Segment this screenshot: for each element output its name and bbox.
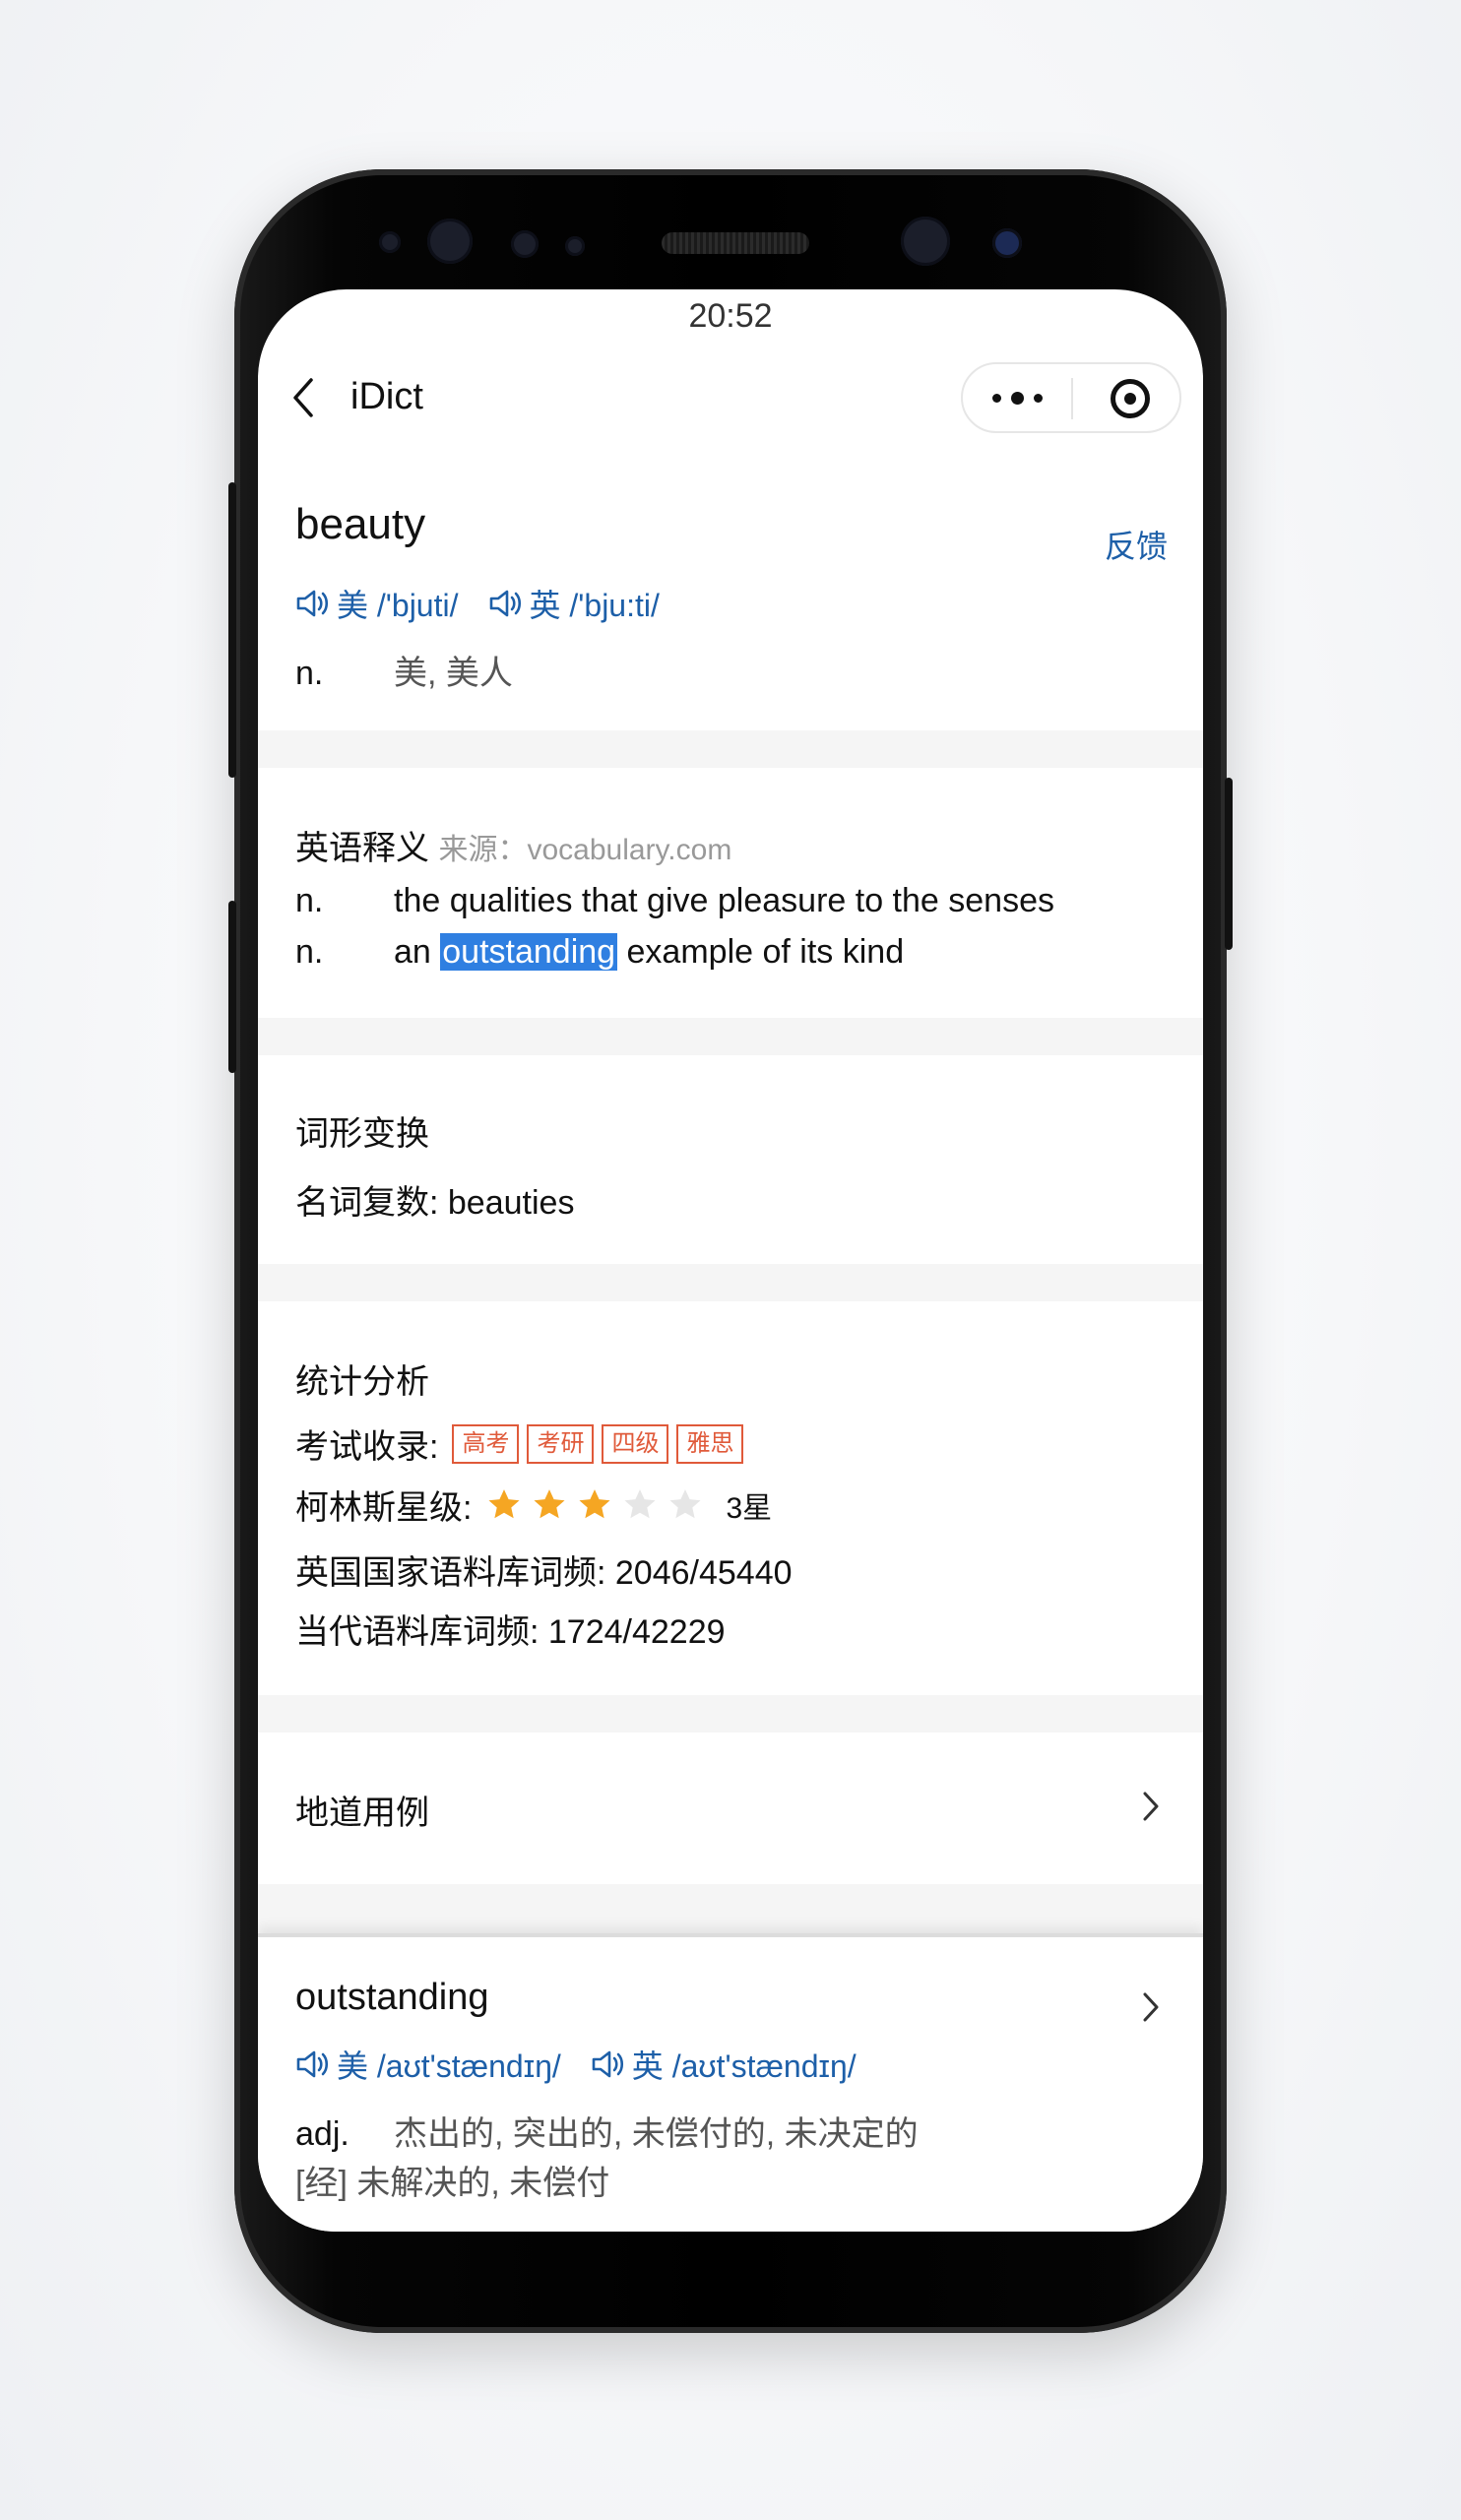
examples-row[interactable]: 地道用例 [258, 1732, 1203, 1884]
exam-label: 考试收录: [295, 1428, 439, 1466]
speaker-icon [489, 590, 521, 617]
target-icon[interactable] [1111, 379, 1150, 418]
volume-button [228, 482, 236, 778]
cn-meaning: 美, 美人 [394, 655, 513, 692]
lookup-panel[interactable]: outstanding 美 /aʊt'stændɪŋ/ 英 /aʊt'stænd… [258, 1933, 1203, 2232]
definition-row: n. an outstanding example of its kind [295, 933, 904, 972]
definition-text: example of its kind [617, 933, 905, 971]
section-title: 英语释义 [295, 830, 429, 867]
section-gap [258, 1695, 1203, 1732]
section-title: 地道用例 [295, 1795, 429, 1832]
bnc-frequency: 英国国家语料库词频: 2046/45440 [295, 1554, 793, 1592]
definition-row: n. the qualities that give pleasure to th… [295, 882, 1054, 920]
english-def-header: 英语释义 来源：vocabulary.com [295, 821, 731, 869]
section-gap [258, 1884, 1203, 1933]
us-phonetic: 美 /'bjuti/ [337, 588, 459, 623]
us-phonetic: 美 /aʊt'stændɪŋ/ [337, 2048, 561, 2084]
uk-pronunciation[interactable]: 英 /aʊt'stændɪŋ/ [591, 2042, 857, 2087]
section-gap [258, 1018, 1203, 1055]
basic-meaning-row: n. 美, 美人 [295, 646, 513, 694]
sensor-dot [565, 236, 585, 256]
uk-pronunciation[interactable]: 英 /'bju:ti/ [488, 581, 660, 626]
capsule-divider [1071, 378, 1073, 419]
status-time: 20:52 [688, 297, 773, 335]
star-icon [579, 1488, 610, 1518]
star-icon [624, 1488, 656, 1518]
feedback-link[interactable]: 反馈 [1105, 522, 1168, 567]
econ-meaning: [经] 未解决的, 未偿付 [295, 2165, 610, 2202]
lookup-phonetics: 美 /aʊt'stændɪŋ/ 英 /aʊt'stændɪŋ/ [295, 2042, 886, 2087]
exam-tag: 雅思 [676, 1423, 744, 1464]
camera-lens-icon [901, 217, 950, 266]
speaker-icon [296, 590, 329, 617]
nav-title: iDict [350, 376, 423, 417]
exam-tag: 考研 [527, 1423, 595, 1464]
chevron-left-icon[interactable] [289, 376, 319, 419]
collins-label: 柯林斯星级: [295, 1489, 473, 1527]
lookup-meaning-row: adj. 杰出的, 突出的, 未偿付的, 未决定的 [295, 2107, 919, 2155]
plural-form: 名词复数: beauties [295, 1184, 575, 1222]
sensor-dot [511, 230, 539, 258]
us-pronunciation[interactable]: 美 /aʊt'stændɪŋ/ [295, 2042, 561, 2087]
stats-card: 统计分析 考试收录: 高考 考研 四级 雅思 柯林斯星级: 3星 英国国家语料库… [258, 1301, 1203, 1695]
chevron-right-icon [1143, 1792, 1159, 1821]
pos-label: n. [295, 882, 324, 919]
pos-label: n. [295, 655, 324, 692]
definition-text: an [394, 933, 441, 971]
speaker-icon [296, 2050, 329, 2078]
definition-text: the qualities that give pleasure to the … [394, 882, 1054, 919]
headword: beauty [295, 500, 426, 548]
speaker-icon [592, 2050, 623, 2078]
section-gap [258, 1264, 1203, 1301]
phonetics-row: 美 /'bjuti/ 英 /'bju:ti/ [295, 581, 689, 626]
exam-tag: 高考 [452, 1423, 520, 1464]
earpiece-speaker [662, 232, 809, 254]
scroll-content: beauty 反馈 美 /'bjuti/ 英 /'bju:ti/ n. 美, 美人… [258, 447, 1203, 2232]
star-icon [488, 1488, 520, 1518]
selected-word[interactable]: outstanding [440, 933, 618, 971]
power-button [1225, 778, 1233, 950]
pos-label: n. [295, 933, 324, 971]
exam-tag: 四级 [602, 1423, 669, 1464]
source-label: 来源：vocabulary.com [438, 834, 732, 866]
sensor-dot [992, 228, 1022, 258]
collins-rating: 3星 [726, 1491, 773, 1525]
collins-stars [485, 1486, 712, 1524]
star-icon [534, 1488, 565, 1518]
coca-frequency: 当代语料库词频: 1724/42229 [295, 1613, 726, 1651]
cn-meaning: 杰出的, 突出的, 未偿付的, 未决定的 [394, 2115, 919, 2153]
sensor-dot [379, 231, 401, 253]
app-screen: 20:52 iDict beauty 反馈 美 /'bjuti/ 英 /'bju… [258, 289, 1203, 2232]
star-icon [669, 1488, 701, 1518]
front-camera-icon [427, 219, 473, 264]
pos-label: adj. [295, 2115, 349, 2153]
english-def-card: 英语释义 来源：vocabulary.com n. the qualities t… [258, 768, 1203, 1018]
chevron-right-icon[interactable] [1140, 1990, 1162, 2024]
headword-card: beauty 反馈 美 /'bjuti/ 英 /'bju:ti/ n. 美, 美人 [258, 447, 1203, 730]
inflection-card: 词形变换 名词复数: beauties [258, 1055, 1203, 1264]
uk-phonetic: 英 /aʊt'stændɪŋ/ [631, 2048, 857, 2084]
section-title: 词形变换 [295, 1115, 429, 1153]
uk-phonetic: 英 /'bju:ti/ [529, 588, 660, 623]
collins-row: 柯林斯星级: 3星 [295, 1480, 772, 1529]
side-button [228, 901, 236, 1073]
exam-row: 考试收录: 高考 考研 四级 雅思 [295, 1419, 751, 1468]
us-pronunciation[interactable]: 美 /'bjuti/ [295, 581, 459, 626]
more-icon[interactable] [992, 386, 1044, 410]
section-title: 统计分析 [295, 1363, 429, 1401]
lookup-headword: outstanding [295, 1977, 489, 2018]
mini-program-capsule [961, 362, 1181, 433]
section-gap [258, 730, 1203, 768]
